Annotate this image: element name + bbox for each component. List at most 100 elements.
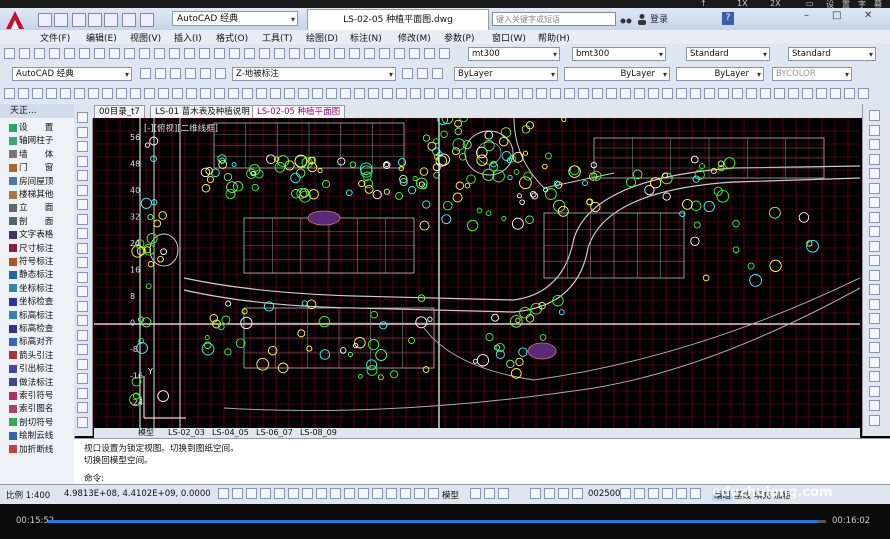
tangent-tool-icon[interactable] [396, 88, 407, 99]
status-toggle-icon[interactable] [558, 488, 569, 499]
status-toggle-icon[interactable] [544, 488, 555, 499]
autocad-logo-icon[interactable] [4, 10, 26, 30]
tangent-tool-icon[interactable] [480, 88, 491, 99]
tangent-tool-icon[interactable] [46, 88, 57, 99]
toolbar-button-icon[interactable] [64, 48, 75, 59]
tangent-tool-icon[interactable] [214, 88, 225, 99]
tangent-tool-icon[interactable] [438, 88, 449, 99]
tangent-tool-icon[interactable] [340, 88, 351, 99]
layer-tool-icon[interactable] [200, 68, 211, 79]
modify-tool-icon[interactable] [869, 182, 880, 194]
tangent-tool-icon[interactable] [648, 88, 659, 99]
toolbar-button-icon[interactable] [124, 48, 135, 59]
status-toggle-icon[interactable] [316, 488, 327, 499]
status-toggle-icon[interactable] [414, 488, 425, 499]
tangent-menu-item[interactable]: 坐标标注 [9, 282, 53, 294]
toolbar-button-icon[interactable] [409, 48, 420, 59]
tab-layout-0203[interactable]: LS-02_03 [168, 428, 205, 438]
status-toggle-icon[interactable] [302, 488, 313, 499]
tangent-menu-item[interactable]: 符号标注 [9, 255, 53, 267]
tangent-tool-icon[interactable] [88, 88, 99, 99]
draw-tool-icon[interactable] [77, 329, 88, 341]
draw-tool-icon[interactable] [77, 344, 88, 355]
toolbar-button-icon[interactable] [259, 48, 270, 59]
modify-tool-icon[interactable] [869, 110, 880, 121]
draw-tool-icon[interactable] [77, 228, 88, 239]
tangent-tool-icon[interactable] [550, 88, 561, 99]
color-select[interactable]: ByLayer [454, 67, 558, 81]
toolbar-button-icon[interactable] [94, 48, 105, 59]
draw-tool-icon[interactable] [77, 242, 88, 254]
menu-dimension[interactable]: 标注(N) [350, 31, 382, 44]
modify-tool-icon[interactable] [869, 414, 880, 426]
tangent-menu-item[interactable]: 墙 体 [9, 148, 53, 160]
menu-help[interactable]: 帮助(H) [538, 31, 570, 44]
toolbar-button-icon[interactable] [34, 48, 45, 59]
status-toggle-icon[interactable] [400, 488, 411, 499]
tangent-tool-icon[interactable] [200, 88, 211, 99]
status-toggle-icon[interactable] [358, 488, 369, 499]
new-icon[interactable] [38, 13, 52, 27]
binoculars-icon[interactable] [620, 13, 632, 25]
tangent-menu-item[interactable]: 轴网柱子 [9, 134, 53, 146]
status-toggle-icon[interactable] [634, 488, 645, 499]
tangent-tool-icon[interactable] [424, 88, 435, 99]
tangent-menu-item[interactable]: 标高对齐 [9, 335, 53, 347]
modify-tool-icon[interactable] [869, 168, 880, 179]
tab-layout-0809[interactable]: LS-08_09 [300, 428, 337, 438]
strip-speed-2x[interactable]: 2X [770, 0, 781, 8]
status-toggle-icon[interactable] [572, 488, 583, 499]
menu-tools[interactable]: 工具(T) [262, 31, 293, 44]
modify-tool-icon[interactable] [869, 269, 880, 281]
layer-tool-icon[interactable] [140, 68, 151, 79]
tangent-menu-item[interactable]: 静态标注 [9, 268, 53, 280]
draw-tool-icon[interactable] [77, 141, 88, 152]
tangent-tool-icon[interactable] [158, 88, 169, 99]
tab-sheet-ls01[interactable]: LS-01 苗木表及种植说明 [150, 105, 255, 119]
layer-select[interactable]: Z-地被标注 [232, 67, 396, 81]
status-toggle-icon[interactable] [530, 488, 541, 499]
status-toggle-icon[interactable] [676, 488, 687, 499]
layer-tool-icon[interactable] [215, 68, 226, 79]
tangent-menu-item[interactable]: 楼梯其他 [9, 188, 53, 200]
tangent-tool-icon[interactable] [60, 88, 71, 99]
draw-tool-icon[interactable] [77, 155, 88, 167]
toolbar-button-icon[interactable] [214, 48, 225, 59]
workspace-select-2[interactable]: AutoCAD 经典 [12, 67, 132, 81]
draw-tool-icon[interactable] [77, 199, 88, 210]
toolbar-button-icon[interactable] [4, 48, 15, 59]
tangent-tool-icon[interactable] [368, 88, 379, 99]
tangent-tool-icon[interactable] [676, 88, 687, 99]
drawing-canvas[interactable]: 56 48 40 32 24 16 8 0 -8 -16 -24 Y [-][俯视][二维线框] [94, 118, 860, 428]
status-toggle-icon[interactable] [648, 488, 659, 499]
tangent-tool-icon[interactable] [746, 88, 757, 99]
tab-model[interactable]: 模型 [138, 428, 154, 438]
maximize-icon[interactable]: □ [832, 10, 841, 21]
status-toggle-icon[interactable] [274, 488, 285, 499]
toolbar-button-icon[interactable] [304, 48, 315, 59]
modify-tool-icon[interactable] [869, 124, 880, 136]
toolbar-button-icon[interactable] [139, 48, 150, 59]
draw-tool-icon[interactable] [77, 358, 88, 370]
status-toggle-icon[interactable] [386, 488, 397, 499]
tangent-menu-item[interactable]: 坐标检查 [9, 295, 53, 307]
save-icon[interactable] [72, 13, 86, 27]
status-toggle-icon[interactable] [662, 488, 673, 499]
draw-tool-icon[interactable] [77, 387, 88, 399]
menu-edit[interactable]: 编辑(E) [86, 31, 117, 44]
modify-tool-icon[interactable] [869, 197, 880, 208]
tangent-tool-icon[interactable] [32, 88, 43, 99]
toolbar-button-icon[interactable] [244, 48, 255, 59]
tangent-menu-item[interactable]: 立 面 [9, 201, 53, 213]
lineweight-select[interactable]: ByLayer [676, 67, 764, 81]
modify-tool-icon[interactable] [869, 313, 880, 324]
tab-sheet-ls0205[interactable]: LS-02-05 种植平面图 [252, 105, 346, 119]
toolbar-button-icon[interactable] [169, 48, 180, 59]
tangent-tool-icon[interactable] [130, 88, 141, 99]
status-toggle-icon[interactable] [288, 488, 299, 499]
tab-sheet-00[interactable]: 00目录_t7 [94, 105, 145, 119]
layer-tool-icon[interactable] [417, 68, 428, 79]
layer-tool-icon[interactable] [402, 68, 413, 79]
tangent-menu-item[interactable]: 绘制云线 [9, 429, 53, 441]
toolbar-button-icon[interactable] [379, 48, 390, 59]
